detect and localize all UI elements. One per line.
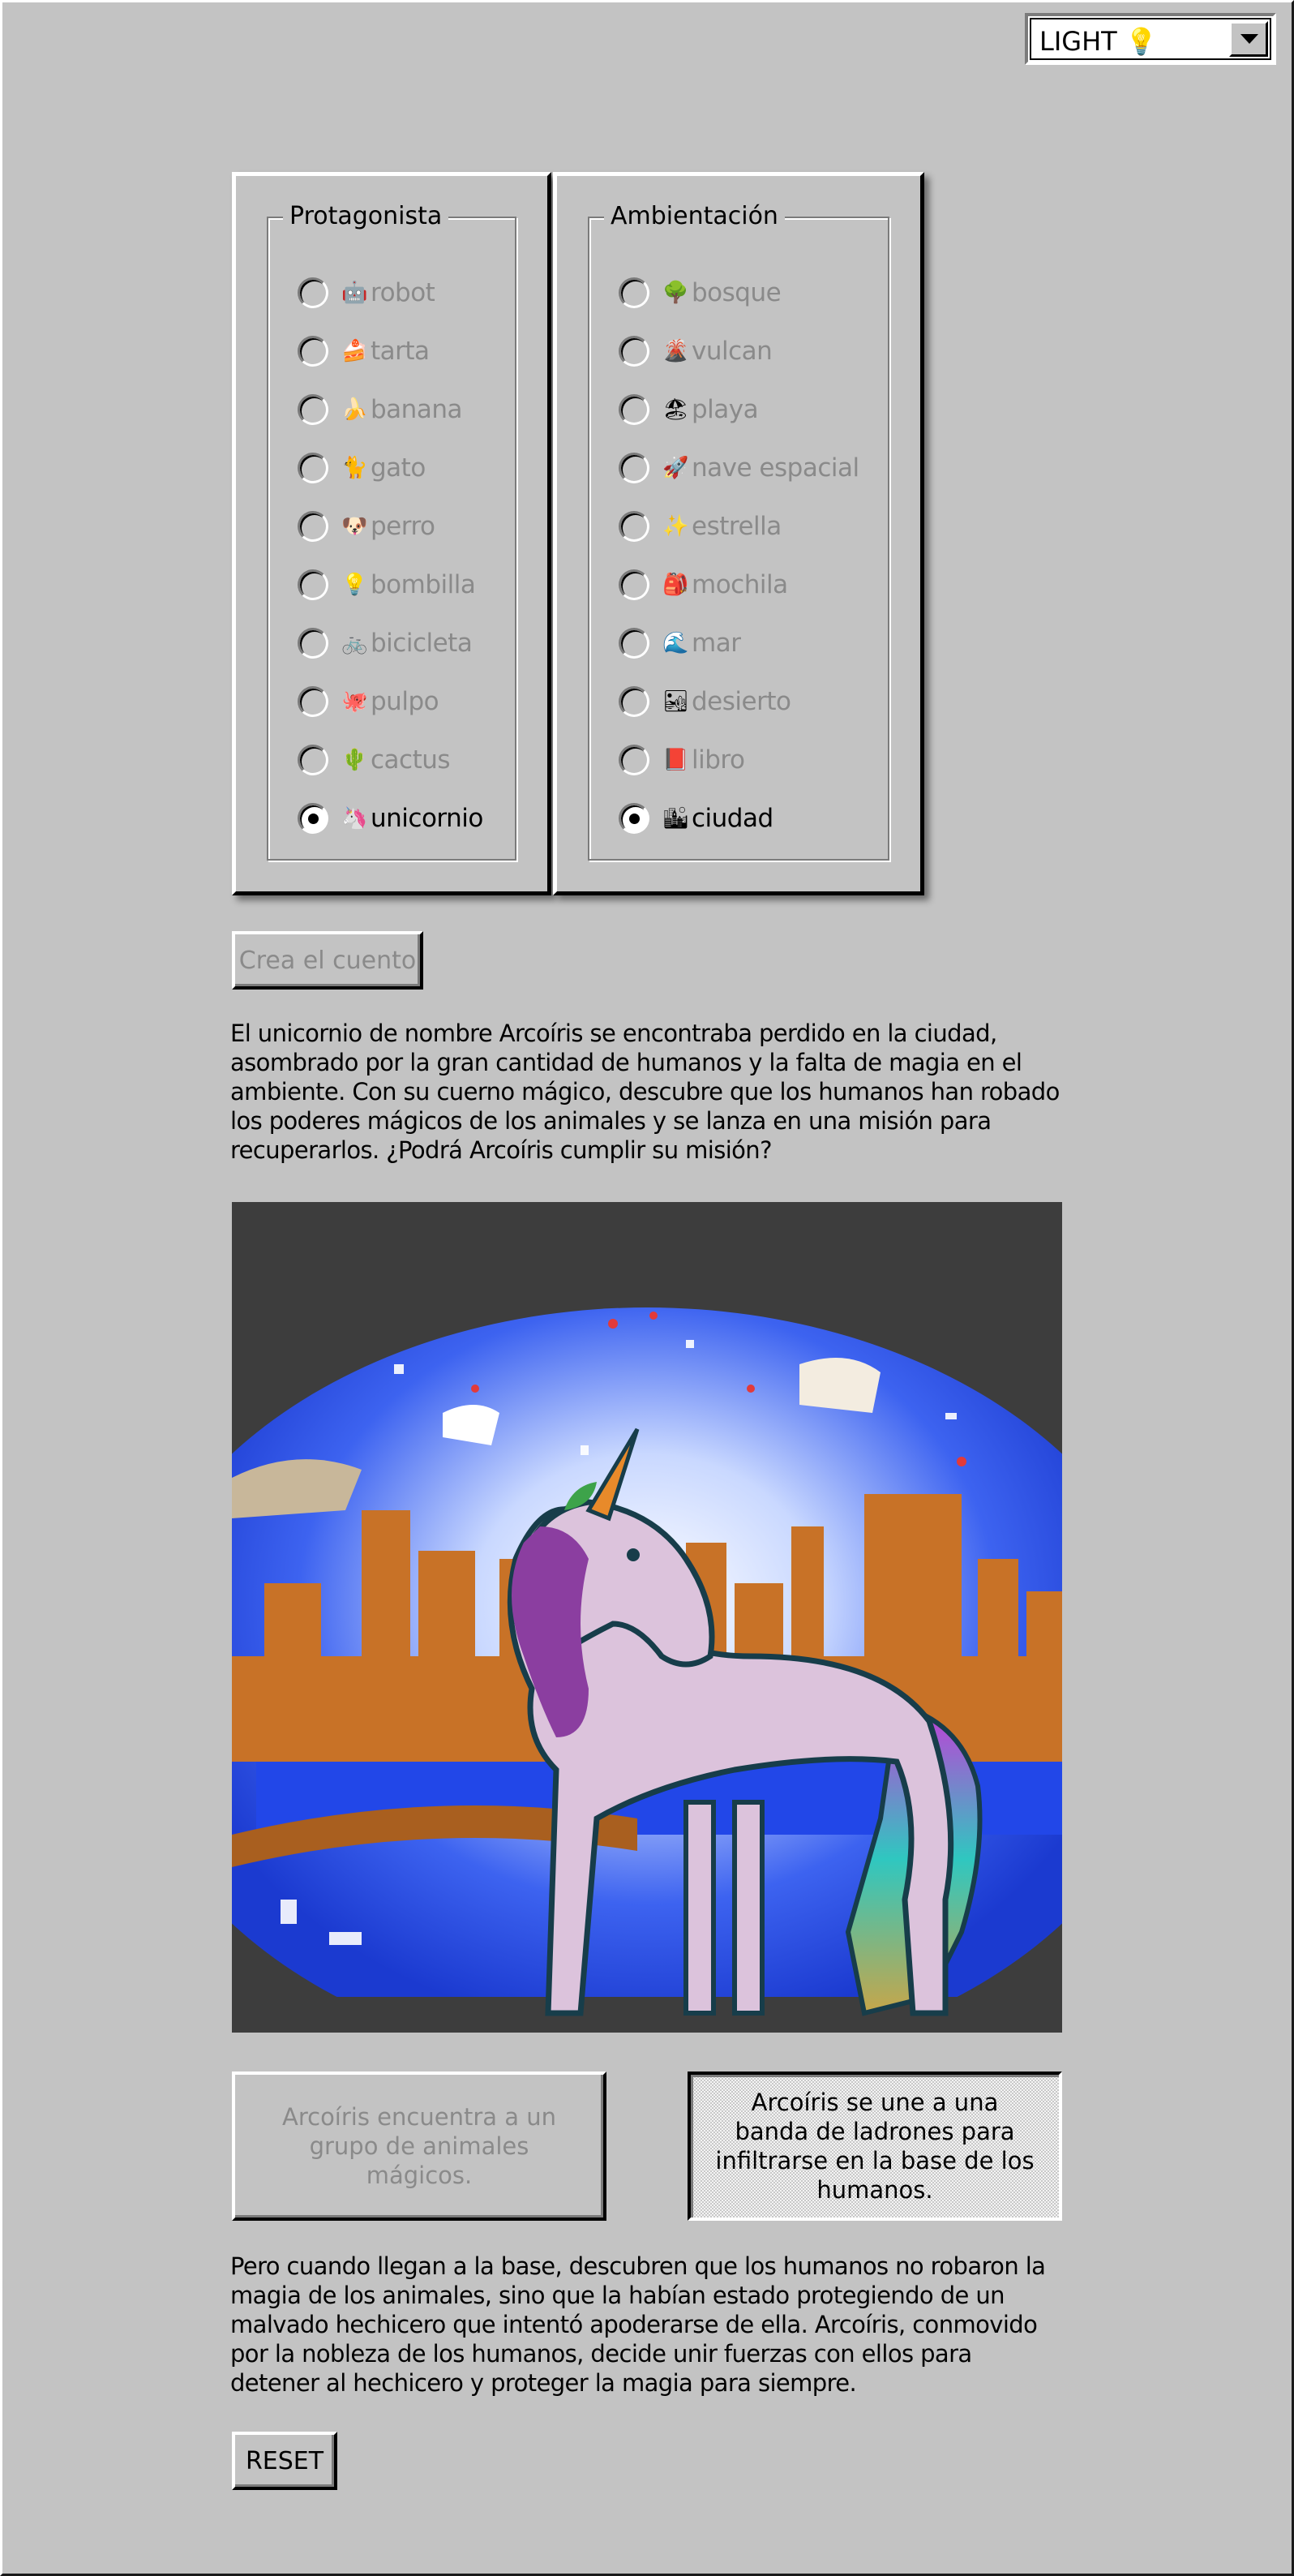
option-label: libro — [692, 745, 745, 775]
radio-button[interactable] — [619, 803, 649, 834]
protagonista-option-perro[interactable]: 🐶 perro — [298, 497, 483, 556]
radio-button[interactable] — [619, 394, 649, 425]
protagonista-option-pulpo[interactable]: 🐙 pulpo — [298, 672, 483, 731]
protagonista-option-banana[interactable]: 🍌 banana — [298, 380, 483, 439]
option-label: robot — [371, 278, 435, 307]
option-emoji-icon: 🦄 — [341, 806, 368, 831]
ambientacion-option-mochila[interactable]: 🎒 mochila — [619, 556, 859, 614]
theme-select[interactable]: LIGHT 💡 — [1025, 13, 1276, 65]
radio-button[interactable] — [298, 745, 328, 775]
protagonista-option-gato[interactable]: 🐈 gato — [298, 439, 483, 497]
protagonista-fieldset: Protagonista 🤖 robot 🍰 tarta 🍌 banana 🐈 gato 🐶 pe… — [267, 202, 516, 861]
option-label: perro — [371, 512, 435, 541]
option-emoji-icon: 🚀 — [662, 456, 689, 480]
protagonista-option-bombilla[interactable]: 💡 bombilla — [298, 556, 483, 614]
option-label: bombilla — [371, 570, 476, 599]
option-emoji-icon: ✨ — [662, 514, 689, 539]
choice-button-1[interactable]: Arcoíris encuentra a un grupo de animale… — [232, 2072, 606, 2221]
option-emoji-icon: 🏜 — [662, 689, 690, 714]
protagonista-option-robot[interactable]: 🤖 robot — [298, 264, 483, 322]
radio-button[interactable] — [619, 453, 649, 483]
option-emoji-icon: 🤖 — [341, 281, 368, 305]
option-emoji-icon: 🚲 — [341, 631, 368, 655]
option-label: ciudad — [692, 804, 773, 833]
radio-button[interactable] — [298, 336, 328, 367]
radio-button[interactable] — [298, 511, 328, 542]
ambientacion-legend: Ambientación — [604, 202, 785, 230]
option-label: tarta — [371, 337, 430, 366]
radio-button[interactable] — [619, 628, 649, 659]
create-story-button[interactable]: Crea el cuento — [232, 931, 423, 990]
option-label: desierto — [692, 687, 791, 716]
option-emoji-icon: 🏙 — [662, 806, 690, 831]
option-label: unicornio — [371, 804, 483, 833]
option-emoji-icon: 🌵 — [341, 748, 368, 772]
option-label: cactus — [371, 745, 451, 775]
option-emoji-icon: 🎒 — [662, 573, 689, 597]
radio-button[interactable] — [619, 511, 649, 542]
option-emoji-icon: 🌊 — [662, 631, 689, 655]
option-label: playa — [692, 395, 759, 424]
ambientacion-option-ciudad[interactable]: 🏙 ciudad — [619, 789, 859, 848]
option-emoji-icon: 🌳 — [662, 281, 689, 305]
protagonista-panel: Protagonista 🤖 robot 🍰 tarta 🍌 banana 🐈 gato 🐶 pe… — [232, 172, 551, 895]
protagonista-option-unicornio[interactable]: 🦄 unicornio — [298, 789, 483, 848]
ambientacion-option-nave-espacial[interactable]: 🚀 nave espacial — [619, 439, 859, 497]
option-label: mochila — [692, 570, 788, 599]
option-label: estrella — [692, 512, 782, 541]
continuation-text: Pero cuando llegan a la base, descubren … — [230, 2252, 1046, 2397]
option-emoji-icon: 🐈 — [341, 456, 368, 480]
radio-button[interactable] — [619, 336, 649, 367]
chevron-down-icon[interactable] — [1229, 21, 1268, 57]
option-label: pulpo — [371, 687, 439, 716]
theme-select-value: LIGHT 💡 — [1039, 26, 1158, 57]
protagonista-legend: Protagonista — [283, 202, 449, 230]
option-emoji-icon: 🌋 — [662, 339, 689, 363]
radio-button[interactable] — [298, 569, 328, 600]
ambientacion-option-vulcan[interactable]: 🌋 vulcan — [619, 322, 859, 380]
ambientacion-panel: Ambientación 🌳 bosque 🌋 vulcan 🏖 playa 🚀 nave e… — [553, 172, 924, 895]
ambientacion-fieldset: Ambientación 🌳 bosque 🌋 vulcan 🏖 playa 🚀 nave e… — [588, 202, 889, 861]
option-label: bosque — [692, 278, 782, 307]
radio-button[interactable] — [619, 569, 649, 600]
option-emoji-icon: 🏖 — [662, 397, 690, 422]
option-emoji-icon: 🐶 — [341, 514, 368, 539]
story-image — [232, 1202, 1062, 2033]
reset-button[interactable]: RESET — [232, 2432, 337, 2490]
option-label: mar — [692, 629, 741, 658]
option-label: nave espacial — [692, 453, 859, 483]
protagonista-option-cactus[interactable]: 🌵 cactus — [298, 731, 483, 789]
option-emoji-icon: 🍌 — [341, 397, 368, 422]
option-emoji-icon: 🐙 — [341, 689, 368, 714]
ambientacion-option-libro[interactable]: 📕 libro — [619, 731, 859, 789]
radio-button[interactable] — [298, 277, 328, 308]
radio-button[interactable] — [298, 394, 328, 425]
option-label: banana — [371, 395, 462, 424]
radio-button[interactable] — [619, 686, 649, 717]
ambientacion-option-playa[interactable]: 🏖 playa — [619, 380, 859, 439]
story-text: El unicornio de nombre Arcoíris se encon… — [230, 1020, 1060, 1164]
ambientacion-option-mar[interactable]: 🌊 mar — [619, 614, 859, 672]
option-label: bicicleta — [371, 629, 473, 658]
protagonista-options: 🤖 robot 🍰 tarta 🍌 banana 🐈 gato 🐶 perro 💡 bombilla 🚲… — [298, 264, 483, 848]
option-label: vulcan — [692, 337, 773, 366]
option-emoji-icon: 💡 — [341, 573, 368, 597]
radio-button[interactable] — [298, 686, 328, 717]
radio-button[interactable] — [298, 628, 328, 659]
radio-button[interactable] — [619, 745, 649, 775]
unicorn-city-illustration — [232, 1202, 1062, 2033]
protagonista-option-bicicleta[interactable]: 🚲 bicicleta — [298, 614, 483, 672]
radio-button[interactable] — [619, 277, 649, 308]
radio-button[interactable] — [298, 803, 328, 834]
radio-button[interactable] — [298, 453, 328, 483]
option-emoji-icon: 📕 — [662, 748, 689, 772]
protagonista-option-tarta[interactable]: 🍰 tarta — [298, 322, 483, 380]
option-label: gato — [371, 453, 426, 483]
ambientacion-option-estrella[interactable]: ✨ estrella — [619, 497, 859, 556]
ambientacion-option-desierto[interactable]: 🏜 desierto — [619, 672, 859, 731]
choice-button-2[interactable]: Arcoíris se une a una banda de ladrones … — [688, 2072, 1062, 2221]
ambientacion-options: 🌳 bosque 🌋 vulcan 🏖 playa 🚀 nave espacial ✨ estre… — [619, 264, 859, 848]
option-emoji-icon: 🍰 — [341, 339, 368, 363]
ambientacion-option-bosque[interactable]: 🌳 bosque — [619, 264, 859, 322]
